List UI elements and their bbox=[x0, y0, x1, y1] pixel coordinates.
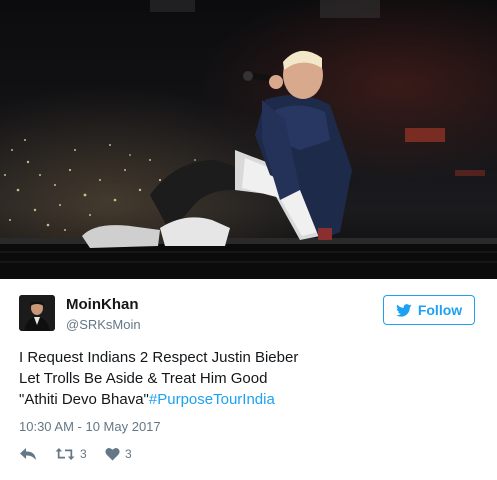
author-handle[interactable]: @SRKsMoin bbox=[66, 317, 141, 332]
avatar[interactable] bbox=[19, 295, 55, 331]
tweet-card: MoinKhan @SRKsMoin Follow I Request Indi… bbox=[0, 0, 497, 480]
retweet-count: 3 bbox=[80, 447, 87, 461]
tweet-photo[interactable] bbox=[0, 0, 497, 279]
reply-button[interactable] bbox=[19, 447, 37, 461]
concert-photo-illustration bbox=[0, 0, 497, 279]
tweet-text-quote: "Athiti Devo Bhava" bbox=[19, 391, 149, 408]
retweet-button[interactable]: 3 bbox=[55, 447, 87, 461]
reply-icon bbox=[20, 448, 36, 460]
heart-icon bbox=[105, 448, 120, 461]
tweet-text-line: I Request Indians 2 Respect Justin Biebe… bbox=[19, 349, 299, 366]
timestamp[interactable]: 10:30 AM - 10 May 2017 bbox=[19, 419, 161, 434]
avatar-image bbox=[19, 295, 55, 331]
tweet-text-line: Let Trolls Be Aside & Treat Him Good bbox=[19, 370, 268, 387]
follow-button[interactable]: Follow bbox=[383, 295, 475, 325]
retweet-icon bbox=[55, 448, 75, 460]
follow-label: Follow bbox=[417, 302, 463, 318]
like-button[interactable]: 3 bbox=[105, 447, 132, 461]
like-count: 3 bbox=[125, 447, 132, 461]
tweet-text-line: "Athiti Devo Bhava"#PurposeTourIndia bbox=[19, 389, 459, 410]
hashtag-link[interactable]: #PurposeTourIndia bbox=[149, 391, 275, 408]
tweet-text: I Request Indians 2 Respect Justin Biebe… bbox=[19, 347, 459, 410]
twitter-bird-icon bbox=[395, 303, 412, 317]
author-name[interactable]: MoinKhan bbox=[66, 296, 139, 313]
